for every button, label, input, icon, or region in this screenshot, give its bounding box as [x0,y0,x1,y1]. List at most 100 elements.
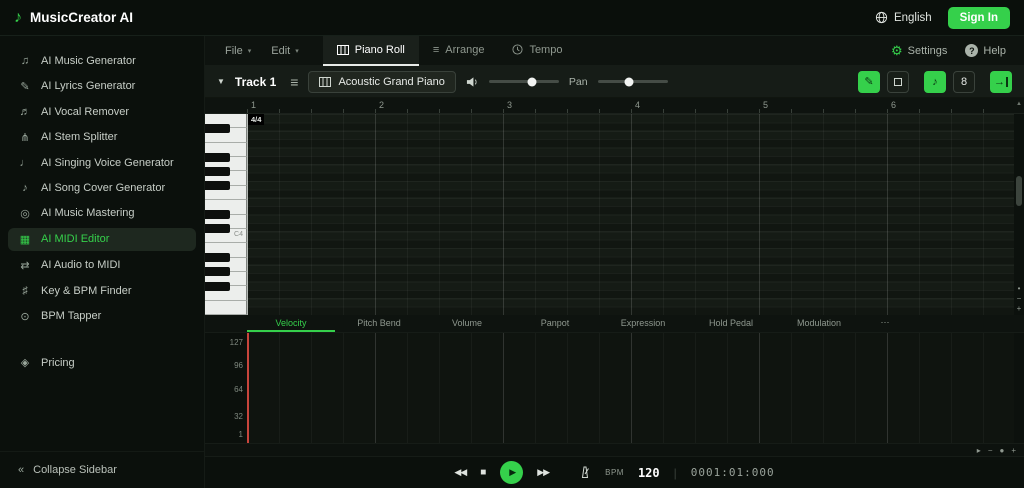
sidebar-item-ai-lyrics-generator[interactable]: ✎ AI Lyrics Generator [8,75,196,98]
tab-volume[interactable]: Volume [423,315,511,332]
hzoom-out-button[interactable]: − [988,446,993,455]
sidebar-item-ai-singing-voice-generator[interactable]: ♩ AI Singing Voice Generator [8,152,196,174]
app-root: ♪ MusicCreator AI English Sign In ♫ AI M… [0,0,1024,488]
help-label: Help [983,44,1006,57]
collapse-label: Collapse Sidebar [33,464,117,476]
velocity-edit-area[interactable] [247,333,1014,443]
playhead-line [247,114,248,315]
volume-slider[interactable] [488,77,559,86]
tab-pitch-bend[interactable]: Pitch Bend [335,315,423,332]
bpm-value[interactable]: 120 [638,466,660,480]
rewind-button[interactable]: ◀◀ [454,467,467,478]
sign-in-button[interactable]: Sign In [947,6,1010,29]
tab-velocity[interactable]: Velocity [247,315,335,332]
volume-slider-thumb[interactable] [527,77,537,86]
piano-key-black[interactable] [205,253,230,263]
pan-slider[interactable] [597,77,668,86]
tab-piano-roll[interactable]: Piano Roll [322,35,419,66]
tab-modulation[interactable]: Modulation [775,315,863,332]
pan-slider-thumb[interactable] [624,77,634,86]
menubar-right: ⚙ Settings ? Help [891,43,1014,59]
track-name[interactable]: Track 1 [235,75,276,89]
hzoom-dot-icon[interactable]: ● [999,446,1004,455]
piano-key-black[interactable] [205,224,230,234]
pencil-tool-button[interactable]: ✎ [858,70,880,93]
instrument-selector[interactable]: Acoustic Grand Piano [308,70,456,93]
piano-key-black[interactable] [205,210,230,219]
select-tool-button[interactable] [887,70,909,93]
piano-key-black[interactable] [205,281,230,291]
piano-key-black[interactable] [205,123,230,133]
tab-panpot[interactable]: Panpot [511,315,599,332]
hzoom-in-button[interactable]: + [1011,446,1016,455]
collapse-icon: « [18,464,25,476]
horizontal-scrollbar-row[interactable]: ▸ − ● + [205,443,1024,456]
sidebar: ♫ AI Music Generator ✎ AI Lyrics Generat… [0,36,205,488]
piano-key-black[interactable] [205,152,230,162]
scroll-right-icon[interactable]: ▸ [977,446,981,455]
sidebar-item-label: AI Vocal Remover [41,105,130,118]
sidebar-item-label: AI Audio to MIDI [41,259,121,271]
pencil-icon: ✎ [20,80,30,93]
play-button[interactable]: ▶ [500,461,524,484]
zoom-in-button[interactable]: + [1017,304,1022,313]
automation-tabs: Velocity Pitch Bend Volume Panpot Expres… [205,315,1024,333]
transport-bar: ◀◀ ■ ▶ ▶▶ BPM 120 | 0001:01:000 [205,456,1024,488]
midi-editor-main: File ▾ Edit ▾ Piano Roll ≡ Arrange Tempo… [205,35,1024,488]
piano-key-black[interactable] [205,181,230,191]
tab-arrange[interactable]: ≡ Arrange [419,36,499,66]
forward-button[interactable]: ▶▶ [537,467,550,478]
ruler-bar-number: 4 [635,100,641,110]
tab-hold-pedal[interactable]: Hold Pedal [687,315,775,332]
vertical-scrollbar-thumb[interactable] [1016,176,1022,206]
go-to-end-button[interactable]: → [990,70,1012,93]
sidebar-item-ai-audio-to-midi[interactable]: ⇄ AI Audio to MIDI [8,254,196,277]
sidebar-item-ai-song-cover-generator[interactable]: ♪ AI Song Cover Generator [8,177,196,199]
sidebar-item-label: AI MIDI Editor [41,233,110,245]
settings-button[interactable]: ⚙ Settings [891,43,947,59]
note-snap-button[interactable]: ♪ [924,70,946,93]
note-grid[interactable]: 4/4 [247,114,1014,315]
instrument-name: Acoustic Grand Piano [338,75,445,88]
sidebar-item-ai-music-generator[interactable]: ♫ AI Music Generator [8,50,196,72]
tab-more[interactable]: ⋯ [863,315,907,332]
piano-key-black[interactable] [205,166,230,176]
mastering-icon: ◎ [20,207,30,220]
sidebar-item-ai-vocal-remover[interactable]: ♬ AI Vocal Remover [8,101,196,123]
sidebar-item-pricing[interactable]: ◈ Pricing [8,351,196,374]
body-layout: ♫ AI Music Generator ✎ AI Lyrics Generat… [0,35,1024,488]
sidebar-item-ai-stem-splitter[interactable]: ⋔ AI Stem Splitter [8,126,196,149]
bar-ruler[interactable]: 1 2 3 4 5 6 [247,98,1014,113]
collapse-sidebar-button[interactable]: « Collapse Sidebar [0,451,204,488]
zoom-out-button[interactable]: − [1017,294,1022,303]
track-list-icon[interactable]: ≡ [290,74,298,90]
sidebar-item-ai-midi-editor[interactable]: ▦ AI MIDI Editor [8,227,196,251]
sidebar-item-bpm-tapper[interactable]: ⊙ BPM Tapper [8,305,196,328]
bpm-label: BPM [605,468,624,477]
tab-tempo[interactable]: Tempo [498,36,576,66]
sidebar-item-label: AI Lyrics Generator [41,80,136,92]
piano-key-white[interactable] [205,300,247,316]
piano-key-black[interactable] [205,267,230,277]
vertical-scrollbar[interactable]: • − + [1014,114,1024,315]
edit-menu[interactable]: Edit ▾ [261,41,308,61]
language-selector[interactable]: English [875,11,932,24]
speaker-icon[interactable] [466,76,479,88]
sidebar-item-ai-music-mastering[interactable]: ◎ AI Music Mastering [8,202,196,225]
zoom-dot-icon[interactable]: • [1018,284,1021,293]
help-button[interactable]: ? Help [965,44,1006,57]
metronome-button[interactable] [579,466,591,479]
music-notes-icon: ♫ [20,54,30,67]
sidebar-item-label: AI Stem Splitter [41,131,118,143]
note-icon: ♪ [932,75,938,88]
scroll-up-button[interactable]: ▲ [1014,98,1024,113]
editor-menubar: File ▾ Edit ▾ Piano Roll ≡ Arrange Tempo… [205,35,1024,66]
stop-button[interactable]: ■ [480,467,486,478]
file-menu[interactable]: File ▾ [215,41,261,61]
grid-division-value[interactable]: 8 [953,70,975,93]
top-header: ♪ MusicCreator AI English Sign In [0,0,1024,36]
pan-label: Pan [568,75,588,88]
sidebar-item-key-bpm-finder[interactable]: ♯ Key & BPM Finder [8,280,196,302]
tab-expression[interactable]: Expression [599,315,687,332]
track-expand-caret[interactable]: ▼ [217,77,225,86]
